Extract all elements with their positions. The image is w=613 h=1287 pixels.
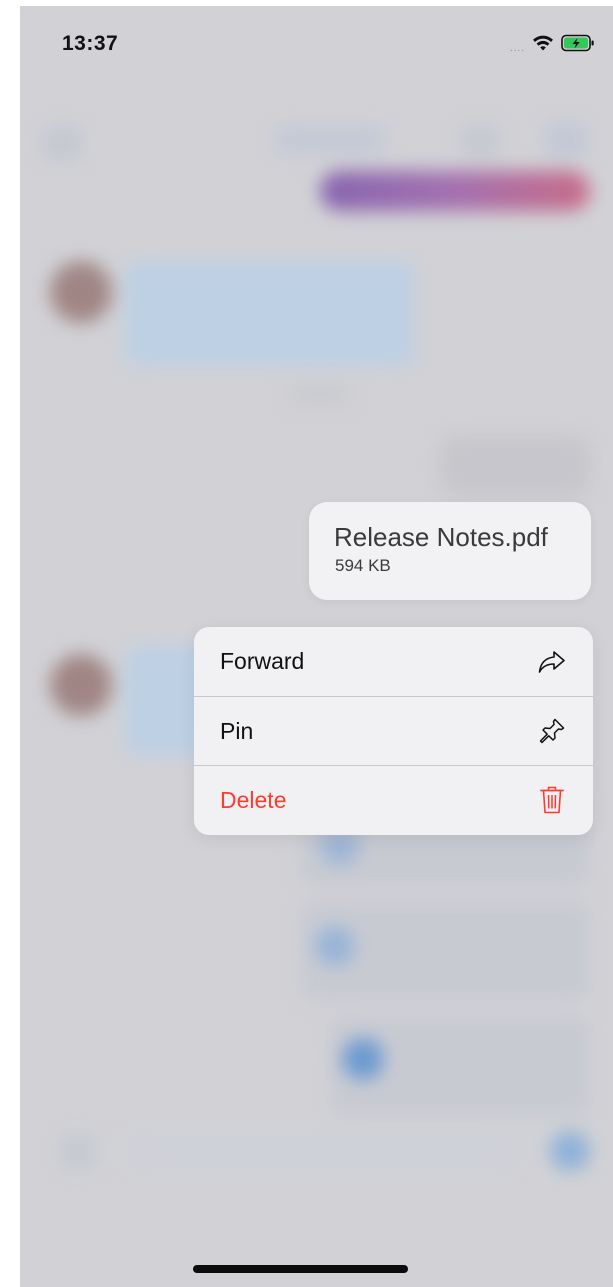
menu-item-pin[interactable]: Pin bbox=[194, 696, 593, 765]
message-bubble-blurred bbox=[440, 436, 590, 496]
attach-button-blurred bbox=[60, 1134, 96, 1170]
avatar-blurred bbox=[50, 654, 112, 716]
header-action-blurred bbox=[460, 124, 500, 158]
status-time: 13:37 bbox=[62, 32, 119, 55]
gradient-banner-blurred bbox=[320, 171, 590, 211]
menu-item-label: Forward bbox=[220, 648, 305, 674]
send-button-blurred bbox=[550, 1131, 590, 1171]
file-icon-blurred bbox=[315, 926, 355, 966]
menu-item-label: Delete bbox=[220, 786, 287, 813]
wifi-icon bbox=[531, 34, 555, 57]
cellular-signal-icon: .... bbox=[509, 42, 525, 54]
pin-icon bbox=[537, 716, 567, 746]
file-name: Release Notes.pdf bbox=[334, 522, 548, 552]
header-action-blurred bbox=[545, 122, 587, 158]
context-menu: Forward Pin Delete bbox=[194, 627, 593, 835]
chat-title-blurred bbox=[275, 126, 385, 154]
menu-item-delete[interactable]: Delete bbox=[194, 765, 593, 834]
battery-charging-icon bbox=[561, 34, 595, 57]
message-bubble-blurred bbox=[125, 261, 415, 366]
file-icon-blurred bbox=[342, 1038, 384, 1080]
home-indicator[interactable] bbox=[193, 1265, 408, 1273]
forward-icon bbox=[537, 647, 567, 677]
message-input-blurred bbox=[125, 1131, 525, 1171]
status-bar: 13:37 .... bbox=[20, 6, 613, 86]
phone-screen: 13:37 .... Release Notes.pdf 594 KB Forw… bbox=[20, 6, 613, 1287]
avatar-blurred bbox=[50, 261, 112, 323]
menu-item-label: Pin bbox=[220, 717, 254, 744]
date-separator-blurred bbox=[290, 384, 350, 404]
status-indicators: .... bbox=[510, 34, 595, 57]
back-button-blurred bbox=[42, 126, 82, 160]
file-size: 594 KB bbox=[335, 556, 391, 575]
menu-item-forward[interactable]: Forward bbox=[194, 627, 593, 696]
trash-icon bbox=[537, 785, 567, 815]
file-message-preview[interactable]: Release Notes.pdf 594 KB bbox=[309, 502, 591, 600]
